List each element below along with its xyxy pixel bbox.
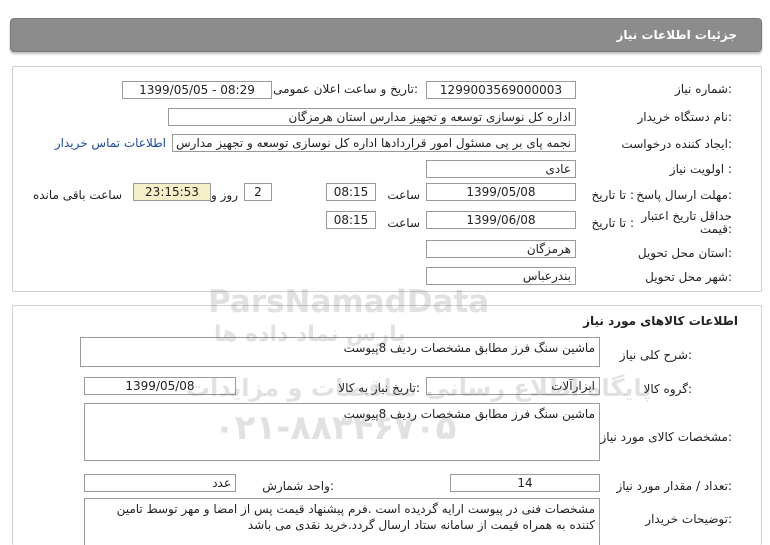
page-title: جزئیات اطلاعات نیاز <box>616 28 737 42</box>
goods-group-label: گروه کالا: <box>643 382 693 396</box>
need-date-field[interactable]: 1399/05/08 <box>84 377 236 395</box>
goods-specs-field[interactable]: ماشین سنگ فرز مطابق مشخصات ردیف 8پیوست <box>84 403 600 461</box>
need-date-label: تاریخ نیاز به کالا: <box>338 381 420 395</box>
delivery-city-field[interactable]: بندرعباس <box>426 267 576 285</box>
buyer-org-label: نام دستگاه خریدار: <box>637 110 733 124</box>
validity-time-field[interactable]: 08:15 <box>326 211 376 229</box>
reply-time-field[interactable]: 08:15 <box>326 183 376 201</box>
request-creator-label: ایجاد کننده درخواست: <box>621 137 732 151</box>
buyer-notes-field[interactable]: مشخصات فنی در پیوست ارایه گردیده است .فر… <box>84 498 600 545</box>
buyer-contact-link[interactable]: اطلاعات تماس خریدار <box>55 136 166 150</box>
goods-specs-label: مشخصات کالای مورد نیاز: <box>600 430 732 444</box>
announce-date-field[interactable]: 1399/05/05 - 08:29 <box>122 81 272 99</box>
need-summary-label: شرح کلی نیاز: <box>619 348 692 362</box>
remaining-time-field[interactable]: 23:15:53 <box>133 183 211 201</box>
price-validity-label: حداقل تاریخ اعتبار <box>641 209 732 223</box>
unit-label: واحد شمارش: <box>262 479 334 493</box>
validity-to-date-label: تا تاریخ : <box>591 216 634 230</box>
unit-field[interactable]: عدد <box>84 474 236 492</box>
delivery-city-label: شهر محل تحویل: <box>645 270 732 284</box>
priority-label: اولویت نیاز : <box>669 162 732 176</box>
buyer-org-field[interactable]: اداره کل نوسازی توسعه و تجهیز مدارس استا… <box>168 108 576 126</box>
remaining-days-field[interactable]: 2 <box>244 183 272 201</box>
request-creator-field[interactable]: نجمه پای بر پی مسئول امور قراردادها ادار… <box>172 134 576 152</box>
page-header: جزئیات اطلاعات نیاز <box>10 18 762 52</box>
need-number-field[interactable]: 1299003569000003 <box>426 81 576 99</box>
days-label: روز و <box>211 188 238 202</box>
price-validity-label-2: قیمت: <box>699 222 732 236</box>
goods-group-field[interactable]: ابزارآلات <box>426 377 600 395</box>
quantity-field[interactable]: 14 <box>450 474 600 492</box>
buyer-notes-label: توضیحات خریدار: <box>645 512 732 526</box>
remaining-time-label: ساعت باقی مانده <box>32 188 122 202</box>
need-summary-field[interactable]: ماشین سنگ فرز مطابق مشخصات ردیف 8پیوست <box>80 337 600 367</box>
reply-time-label: ساعت <box>387 188 420 202</box>
reply-to-date-label: تا تاریخ : <box>591 188 634 202</box>
validity-date-field[interactable]: 1399/06/08 <box>426 211 576 229</box>
reply-deadline-label: مهلت ارسال پاسخ: <box>636 188 732 202</box>
reply-date-field[interactable]: 1399/05/08 <box>426 183 576 201</box>
delivery-province-label: استان محل تحویل: <box>637 246 732 260</box>
announce-date-label: تاریخ و ساعت اعلان عمومی: <box>273 82 418 96</box>
delivery-province-field[interactable]: هرمزگان <box>426 240 576 258</box>
quantity-label: تعداد / مقدار مورد نیاز: <box>616 479 732 493</box>
priority-field[interactable]: عادی <box>426 160 576 178</box>
goods-section-title: اطلاعات کالاهای مورد نیاز <box>583 314 738 328</box>
validity-time-label: ساعت <box>387 216 420 230</box>
need-number-label: شماره نیاز: <box>674 82 732 96</box>
